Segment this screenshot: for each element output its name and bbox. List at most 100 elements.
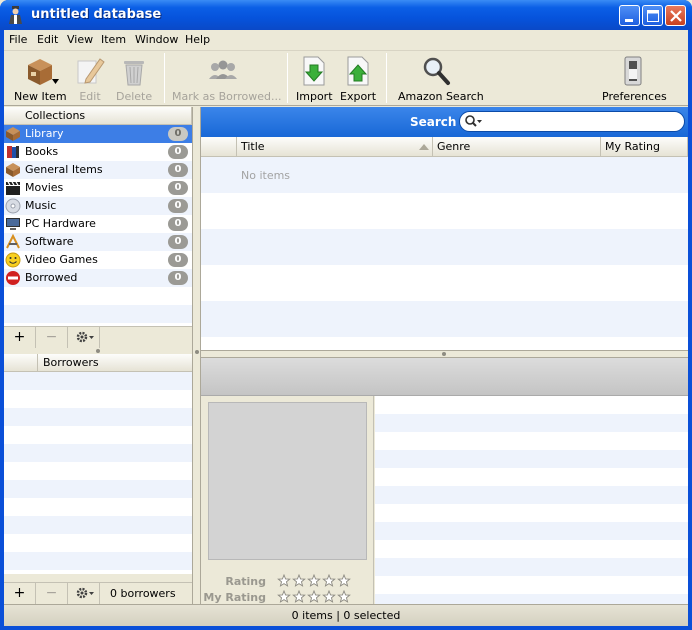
remove-collection-button[interactable]: − [36, 327, 68, 348]
collection-item-video-games[interactable]: Video Games 0 [4, 251, 192, 269]
edit-button[interactable]: Edit [74, 55, 106, 103]
star-icon[interactable] [277, 590, 291, 603]
title-bar[interactable]: untitled database [0, 0, 692, 30]
gear-icon [76, 587, 94, 599]
collection-item-books[interactable]: Books 0 [4, 143, 192, 161]
collection-item-music[interactable]: Music 0 [4, 197, 192, 215]
mark-borrowed-label: Mark as Borrowed... [172, 90, 282, 103]
add-collection-button[interactable]: + [4, 327, 36, 348]
star-icon[interactable] [337, 590, 351, 603]
menu-edit[interactable]: Edit [37, 33, 58, 46]
import-label: Import [296, 90, 333, 103]
amazon-search-button[interactable]: Amazon Search [398, 55, 484, 103]
new-item-button[interactable]: New Item [14, 55, 67, 103]
import-button[interactable]: Import [296, 55, 333, 103]
star-icon[interactable] [277, 574, 291, 587]
collections-footer: + − [4, 326, 192, 348]
star-icon[interactable] [292, 590, 306, 603]
star-icon[interactable] [322, 590, 336, 603]
status-bar: 0 items | 0 selected [4, 604, 688, 626]
menu-view[interactable]: View [67, 33, 93, 46]
mark-borrowed-button[interactable]: Mark as Borrowed... [172, 55, 282, 103]
collection-action-button[interactable] [68, 327, 100, 348]
people-icon [209, 60, 237, 79]
search-field[interactable] [459, 111, 685, 132]
splitter-grip [442, 352, 446, 356]
export-icon [347, 56, 369, 86]
software-icon [6, 234, 20, 249]
collection-label: PC Hardware [25, 217, 96, 230]
collection-label: Books [25, 145, 59, 158]
empty-table-message: No items [241, 169, 291, 182]
star-icon[interactable] [307, 590, 321, 603]
library-box-icon [6, 127, 20, 141]
import-icon [303, 56, 325, 86]
export-button[interactable]: Export [340, 55, 376, 103]
items-table[interactable]: No items [201, 157, 688, 350]
window-title: untitled database [31, 7, 162, 22]
maximize-icon [647, 10, 659, 22]
splitter-grip [96, 349, 100, 353]
count-badge: 0 [168, 217, 188, 231]
collection-item-borrowed[interactable]: Borrowed 0 [4, 269, 192, 287]
rating-row: Rating [201, 574, 374, 590]
sidebar: Collections Library 0 Books 0 General It… [4, 107, 192, 604]
collection-label: Movies [25, 181, 64, 194]
menu-help[interactable]: Help [185, 33, 210, 46]
menu-window[interactable]: Window [135, 33, 178, 46]
remove-borrower-button[interactable]: − [36, 583, 68, 604]
column-header-my-rating[interactable]: My Rating [601, 137, 688, 157]
list-filler-row [4, 305, 192, 323]
collection-item-library[interactable]: Library 0 [4, 125, 192, 143]
star-icon[interactable] [307, 574, 321, 587]
items-table-header: Title Genre My Rating [201, 137, 688, 157]
rating-stars[interactable] [277, 574, 352, 588]
borrowers-footer: + − 0 borrowers [4, 582, 192, 604]
detail-splitter[interactable] [201, 350, 688, 358]
star-icon[interactable] [292, 574, 306, 587]
column-header-title[interactable]: Title [237, 137, 433, 157]
gear-icon [76, 331, 94, 343]
no-entry-icon [6, 271, 20, 285]
borrower-action-button[interactable] [68, 583, 100, 604]
search-input[interactable] [486, 114, 676, 129]
trash-icon [124, 61, 144, 86]
collection-item-movies[interactable]: Movies 0 [4, 179, 192, 197]
star-icon[interactable] [337, 574, 351, 587]
cover-image-placeholder[interactable] [208, 402, 367, 560]
maximize-button[interactable] [642, 5, 663, 26]
minimize-icon [625, 19, 633, 22]
add-borrower-button[interactable]: + [4, 583, 36, 604]
collection-item-pc-hardware[interactable]: PC Hardware 0 [4, 215, 192, 233]
collections-list: Library 0 Books 0 General Items 0 Movies… [4, 125, 192, 326]
collection-item-general-items[interactable]: General Items 0 [4, 161, 192, 179]
count-badge: 0 [168, 163, 188, 177]
detail-fields-list [375, 396, 688, 604]
collection-label: General Items [25, 163, 103, 176]
vertical-splitter[interactable] [192, 107, 201, 604]
column-header-genre[interactable]: Genre [433, 137, 601, 157]
column-title-label: Title [241, 140, 265, 153]
collection-item-software[interactable]: Software 0 [4, 233, 192, 251]
minimize-button[interactable] [619, 5, 640, 26]
borrowers-header-label: Borrowers [43, 356, 99, 369]
collections-header[interactable]: Collections [4, 107, 192, 125]
smiley-icon [5, 252, 21, 268]
preferences-button[interactable]: Preferences [602, 55, 667, 103]
menu-item[interactable]: Item [101, 33, 126, 46]
column-header-icon[interactable] [201, 137, 237, 157]
star-icon[interactable] [322, 574, 336, 587]
menu-file[interactable]: File [9, 33, 27, 46]
close-button[interactable] [665, 5, 686, 26]
my-rating-stars[interactable] [277, 590, 352, 604]
delete-button[interactable]: Delete [116, 55, 152, 103]
collections-header-label: Collections [25, 109, 86, 122]
collection-label: Music [25, 199, 57, 212]
client-area: File Edit View Item Window Help New Item [4, 30, 688, 626]
delete-label: Delete [116, 90, 153, 103]
book-icon [7, 146, 19, 158]
close-icon [670, 10, 682, 22]
borrowers-header[interactable]: Borrowers [4, 354, 192, 372]
edit-label: Edit [79, 90, 101, 103]
search-label: Search [410, 115, 457, 129]
